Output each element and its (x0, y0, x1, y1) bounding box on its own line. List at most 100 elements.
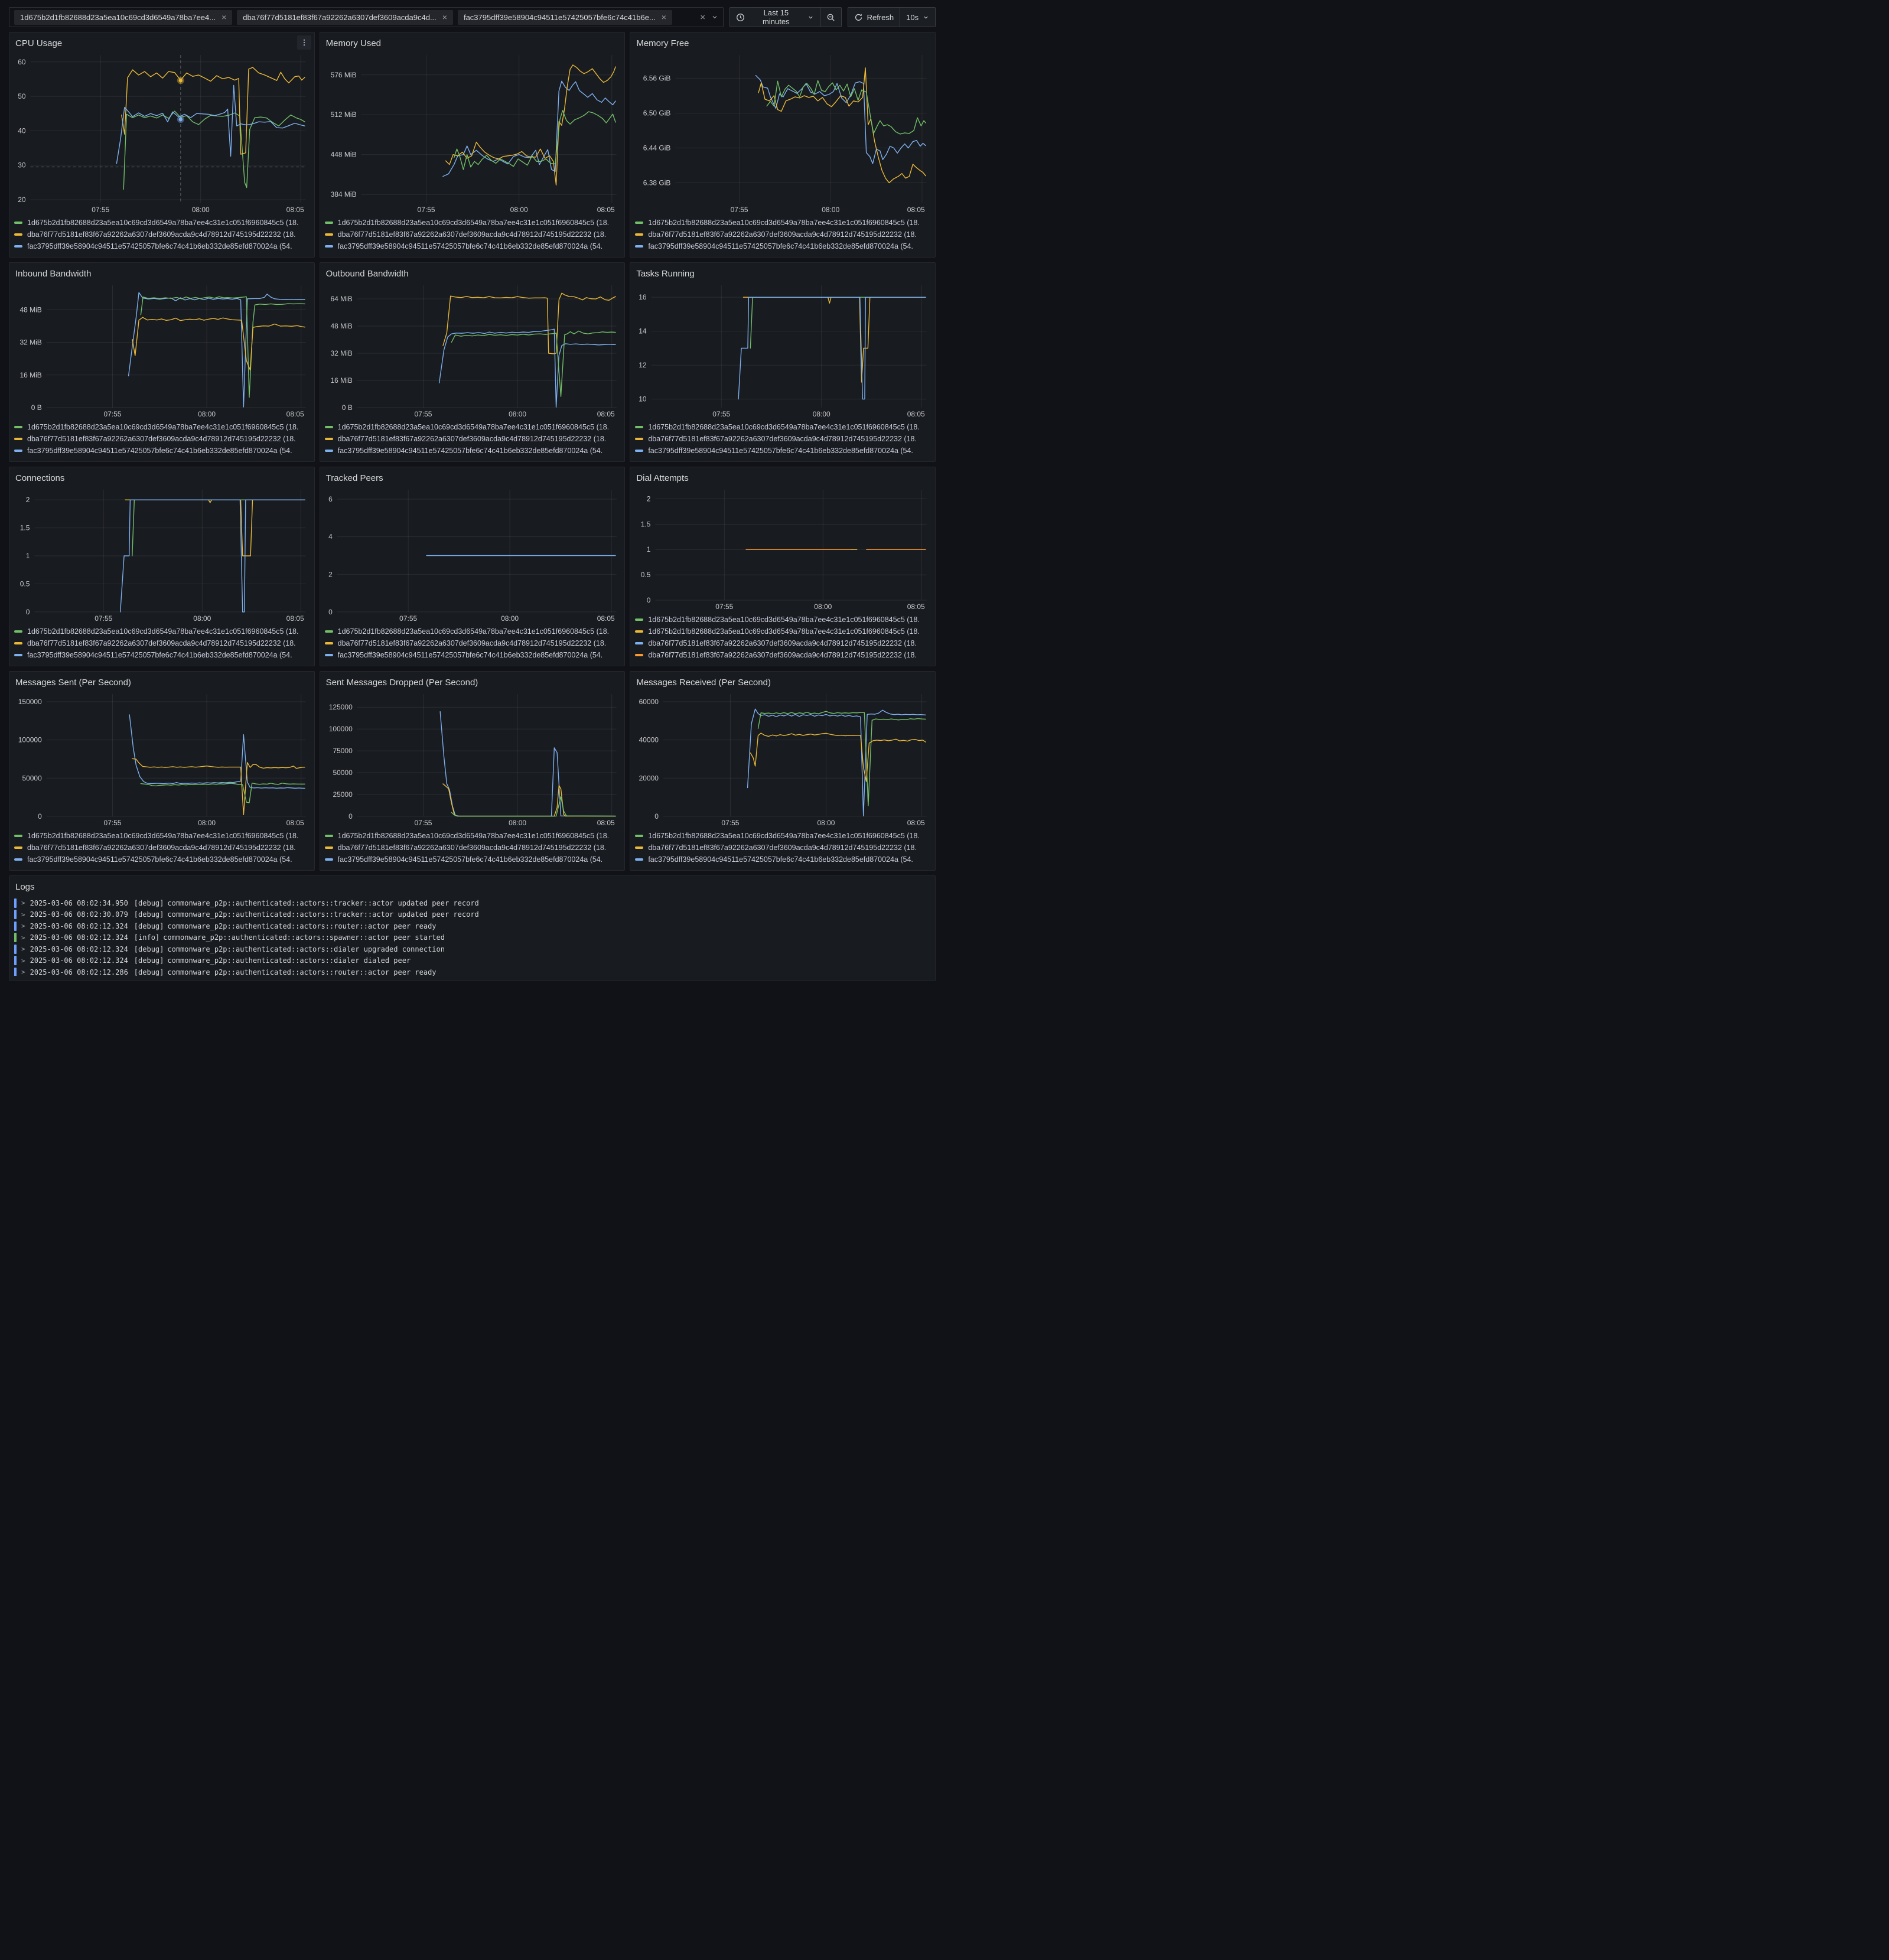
svg-text:1: 1 (647, 545, 651, 554)
legend-item[interactable]: fac3795dff39e58904c94511e57425057bfe6c74… (635, 240, 930, 252)
legend-item[interactable]: 1d675b2d1fb82688d23a5ea10c69cd3d6549a78b… (14, 421, 310, 433)
chart-area[interactable]: 0 20000 40000 60000 07:55 08:00 08:05 (635, 689, 930, 828)
svg-text:60: 60 (18, 58, 26, 66)
panel-menu-kebab-icon[interactable] (297, 35, 311, 50)
log-expand-icon[interactable]: > (21, 968, 25, 976)
legend-item[interactable]: 1d675b2d1fb82688d23a5ea10c69cd3d6549a78b… (324, 626, 620, 637)
chart-area[interactable]: 0 2 4 6 07:55 08:00 08:05 (325, 485, 620, 624)
legend-item[interactable]: 1d675b2d1fb82688d23a5ea10c69cd3d6549a78b… (324, 830, 620, 842)
svg-text:08:00: 08:00 (822, 206, 840, 214)
chart-area[interactable]: 0 0.5 1 1.5 2 07:55 08:00 08:05 (635, 485, 930, 612)
legend-item[interactable]: 1d675b2d1fb82688d23a5ea10c69cd3d6549a78b… (324, 217, 620, 229)
log-row[interactable]: >2025-03-06 08:02:12.324 [debug] commonwar… (14, 943, 930, 955)
legend-item[interactable]: fac3795dff39e58904c94511e57425057bfe6c74… (324, 240, 620, 252)
series-label: dba76f77d5181ef83f67a92262a6307def3609ac… (27, 844, 296, 852)
legend-item[interactable]: fac3795dff39e58904c94511e57425057bfe6c74… (635, 854, 930, 865)
log-row[interactable]: >2025-03-06 08:02:12.324 [info] commonware… (14, 932, 930, 944)
log-level: [debug] (133, 945, 164, 953)
svg-text:08:00: 08:00 (815, 603, 832, 611)
legend-item[interactable]: dba76f77d5181ef83f67a92262a6307def3609ac… (324, 433, 620, 445)
series-label: dba76f77d5181ef83f67a92262a6307def3609ac… (27, 639, 296, 647)
legend-item[interactable]: 1d675b2d1fb82688d23a5ea10c69cd3d6549a78b… (635, 830, 930, 842)
chart-area[interactable]: 0 50000 100000 150000 07:55 08:00 08:05 (14, 689, 310, 828)
log-row[interactable]: >2025-03-06 08:02:30.079 [debug] commonwar… (14, 909, 930, 921)
series-label: dba76f77d5181ef83f67a92262a6307def3609ac… (27, 230, 296, 239)
svg-text:448 MiB: 448 MiB (330, 151, 356, 159)
log-line: 2025-03-06 08:02:12.286 [debug] commonware… (30, 968, 437, 976)
series-label: 1d675b2d1fb82688d23a5ea10c69cd3d6549a78b… (27, 423, 299, 431)
legend-item[interactable]: fac3795dff39e58904c94511e57425057bfe6c74… (14, 240, 310, 252)
legend-item[interactable]: dba76f77d5181ef83f67a92262a6307def3609ac… (635, 433, 930, 445)
chart-area[interactable]: 0 B 16 MiB 32 MiB 48 MiB 64 MiB 07:55 08:00 08:… (325, 281, 620, 419)
legend-item[interactable]: 1d675b2d1fb82688d23a5ea10c69cd3d6549a78b… (14, 830, 310, 842)
refresh-button[interactable]: Refresh (848, 8, 900, 27)
chart-area[interactable]: 10 12 14 16 07:55 08:00 08:05 (635, 281, 930, 419)
legend-item[interactable]: fac3795dff39e58904c94511e57425057bfe6c74… (14, 649, 310, 661)
legend-item[interactable]: dba76f77d5181ef83f67a92262a6307def3609ac… (635, 649, 930, 661)
close-icon[interactable]: × (662, 13, 666, 21)
filter-tag[interactable]: dba76f77d5181ef83f67a92262a6307def3609ac… (237, 9, 453, 25)
legend-item[interactable]: fac3795dff39e58904c94511e57425057bfe6c74… (14, 445, 310, 457)
svg-text:0: 0 (328, 608, 333, 616)
panel-title: Messages Sent (Per Second) (15, 678, 131, 688)
chart-area[interactable]: 20 30 40 50 60 07:55 08:00 08:05 (14, 50, 310, 215)
legend-item[interactable]: 1d675b2d1fb82688d23a5ea10c69cd3d6549a78b… (635, 626, 930, 637)
legend-item[interactable]: 1d675b2d1fb82688d23a5ea10c69cd3d6549a78b… (14, 217, 310, 229)
svg-text:07:55: 07:55 (716, 603, 734, 611)
legend-item[interactable]: dba76f77d5181ef83f67a92262a6307def3609ac… (324, 842, 620, 854)
legend-item[interactable]: dba76f77d5181ef83f67a92262a6307def3609ac… (635, 229, 930, 240)
log-expand-icon[interactable]: > (21, 899, 25, 907)
clear-filters-icon[interactable]: × (700, 12, 705, 22)
log-expand-icon[interactable]: > (21, 911, 25, 919)
log-expand-icon[interactable]: > (21, 922, 25, 930)
log-row[interactable]: >2025-03-06 08:02:34.950 [debug] commonwar… (14, 897, 930, 909)
legend-item[interactable]: fac3795dff39e58904c94511e57425057bfe6c74… (324, 445, 620, 457)
legend-item[interactable]: dba76f77d5181ef83f67a92262a6307def3609ac… (635, 637, 930, 649)
log-row[interactable]: >2025-03-06 08:02:12.324 [debug] commonwar… (14, 955, 930, 967)
legend-item[interactable]: dba76f77d5181ef83f67a92262a6307def3609ac… (14, 842, 310, 854)
filter-tag-label: 1d675b2d1fb82688d23a5ea10c69cd3d6549a78b… (20, 12, 216, 22)
refresh-interval-picker[interactable]: 10s (900, 8, 935, 27)
legend-item[interactable]: fac3795dff39e58904c94511e57425057bfe6c74… (324, 649, 620, 661)
legend-item[interactable]: fac3795dff39e58904c94511e57425057bfe6c74… (635, 445, 930, 457)
log-expand-icon[interactable]: > (21, 945, 25, 953)
legend-item[interactable]: dba76f77d5181ef83f67a92262a6307def3609ac… (14, 229, 310, 240)
legend-item[interactable]: dba76f77d5181ef83f67a92262a6307def3609ac… (635, 842, 930, 854)
filter-tag[interactable]: 1d675b2d1fb82688d23a5ea10c69cd3d6549a78b… (14, 9, 233, 25)
legend-item[interactable]: 1d675b2d1fb82688d23a5ea10c69cd3d6549a78b… (635, 614, 930, 626)
legend-item[interactable]: 1d675b2d1fb82688d23a5ea10c69cd3d6549a78b… (635, 217, 930, 229)
series-swatch (635, 654, 644, 656)
log-expand-icon[interactable]: > (21, 957, 25, 965)
svg-text:75000: 75000 (333, 747, 353, 755)
legend-item[interactable]: 1d675b2d1fb82688d23a5ea10c69cd3d6549a78b… (635, 421, 930, 433)
chart-area[interactable]: 0 B 16 MiB 32 MiB 48 MiB 07:55 08:00 08:05 (14, 281, 310, 419)
legend-item[interactable]: fac3795dff39e58904c94511e57425057bfe6c74… (14, 854, 310, 865)
log-row[interactable]: >2025-03-06 08:02:12.324 [debug] commonwar… (14, 920, 930, 932)
chart-area[interactable]: 0 25000 50000 75000 100000 125000 07:55 08:00 08… (325, 689, 620, 828)
legend-item[interactable]: dba76f77d5181ef83f67a92262a6307def3609ac… (324, 637, 620, 649)
time-range-picker[interactable]: Last 15 minutes (730, 8, 820, 27)
chart-area[interactable]: 384 MiB 448 MiB 512 MiB 576 MiB 07:55 08:00 08… (325, 50, 620, 215)
log-message: commonware_p2p::authenticated::actors::t… (167, 910, 479, 919)
legend-item[interactable]: 1d675b2d1fb82688d23a5ea10c69cd3d6549a78b… (324, 421, 620, 433)
series-label: 1d675b2d1fb82688d23a5ea10c69cd3d6549a78b… (27, 627, 299, 636)
chart-area[interactable]: 0 0.5 1 1.5 2 07:55 08:00 08:05 (14, 485, 310, 624)
filter-tag[interactable]: fac3795dff39e58904c94511e57425057bfe6c74… (457, 9, 672, 25)
svg-text:50: 50 (18, 92, 26, 100)
chevron-down-icon[interactable] (711, 14, 718, 21)
log-expand-icon[interactable]: > (21, 934, 25, 942)
svg-text:6.56 GiB: 6.56 GiB (643, 74, 671, 82)
legend-item[interactable]: dba76f77d5181ef83f67a92262a6307def3609ac… (14, 637, 310, 649)
log-row[interactable]: >2025-03-06 08:02:12.286 [debug] commonwar… (14, 966, 930, 976)
svg-text:08:00: 08:00 (509, 819, 526, 827)
chart-area[interactable]: 6.38 GiB 6.44 GiB 6.50 GiB 6.56 GiB 07:55 08:… (635, 50, 930, 215)
legend-item[interactable]: fac3795dff39e58904c94511e57425057bfe6c74… (324, 854, 620, 865)
legend-item[interactable]: dba76f77d5181ef83f67a92262a6307def3609ac… (14, 433, 310, 445)
log-level-bar (14, 956, 17, 966)
svg-text:07:55: 07:55 (399, 614, 417, 623)
legend-item[interactable]: dba76f77d5181ef83f67a92262a6307def3609ac… (324, 229, 620, 240)
zoom-out-button[interactable] (819, 8, 841, 27)
legend-item[interactable]: 1d675b2d1fb82688d23a5ea10c69cd3d6549a78b… (14, 626, 310, 637)
close-icon[interactable]: × (442, 13, 447, 21)
close-icon[interactable]: × (222, 13, 226, 21)
